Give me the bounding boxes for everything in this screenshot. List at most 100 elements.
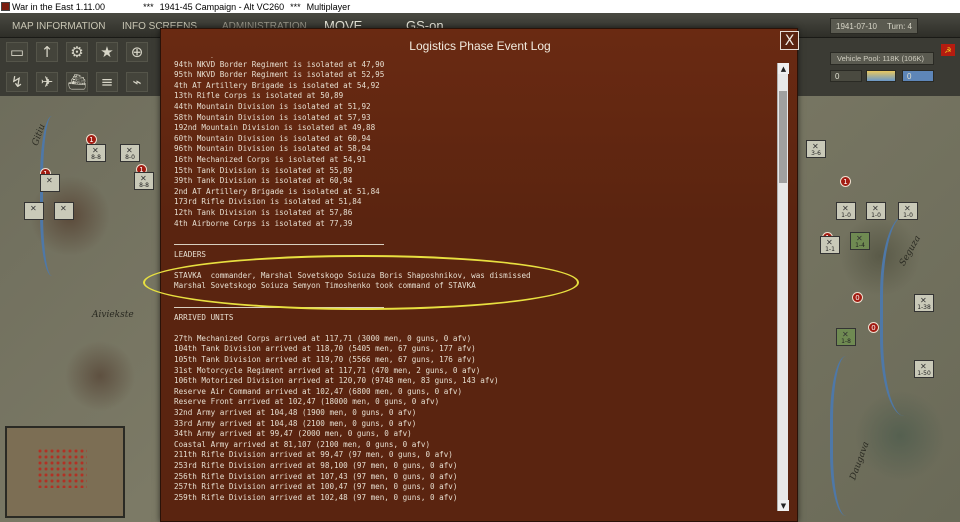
campaign-name: 1941-45 Campaign - Alt VC260 (159, 1, 285, 12)
unit-counter[interactable]: 1-50 (914, 360, 934, 378)
status-value-left: 0 (830, 70, 862, 82)
hq-marker-icon[interactable]: 0 (852, 292, 863, 303)
log-entry: 32nd Army arrived at 104,48 (1900 men, 0… (174, 408, 417, 417)
section-header-arrived-units: ARRIVED UNITS (174, 312, 234, 322)
title-separator: *** (290, 1, 301, 12)
ship-icon[interactable]: ⛴ (66, 72, 88, 92)
signal-icon[interactable]: ⌁ (126, 72, 148, 92)
log-entry: 13th Rifle Corps is isolated at 50,89 (174, 91, 344, 101)
scroll-up-icon[interactable]: ▲ (778, 63, 789, 74)
units-arrows-icon[interactable]: ↑ (36, 42, 58, 62)
log-entry: 4th Airborne Corps is isolated at 77,39 (174, 218, 353, 228)
log-entry: 27th Mechanized Corps arrived at 117,71 … (174, 333, 472, 343)
weather-indicator (866, 70, 896, 82)
unit-counter[interactable]: 8-8 (134, 172, 154, 190)
unit-counter[interactable]: 1-8 (836, 328, 856, 346)
log-entry: 106th Motorized Division arrived at 120,… (174, 376, 499, 386)
turn-info: 1941-07-10 Turn: 4 (830, 18, 918, 34)
river (830, 356, 870, 516)
unit-counter[interactable]: 8-0 (120, 144, 140, 162)
section-header-leaders: LEADERS (174, 249, 207, 259)
scroll-down-icon[interactable]: ▼ (778, 500, 789, 511)
rail-icon[interactable]: ≡ (96, 72, 118, 92)
log-entry: 15th Tank Division is isolated at 55,89 (174, 165, 353, 175)
section-divider (174, 243, 384, 245)
unit-counter[interactable]: 3-6 (806, 140, 826, 158)
unit-counter[interactable]: 1-0 (898, 202, 918, 220)
log-entry: 95th NKVD Border Regiment is isolated at… (174, 70, 385, 80)
log-entry: 96th Mountain Division is isolated at 58… (174, 144, 371, 154)
log-entry: 253rd Rifle Division arrived at 98,100 (… (174, 460, 458, 470)
unit-counter[interactable]: 8-8 (86, 144, 106, 162)
log-entry: Marshal Sovetskogo Soiuza Semyon Timoshe… (174, 281, 476, 291)
log-entry: 104th Tank Division arrived at 118,70 (5… (174, 344, 476, 354)
window-title-bar: War in the East 1.11.00 *** 1941-45 Camp… (0, 0, 960, 13)
turn-number: Turn: 4 (886, 21, 912, 31)
log-entry: 192nd Mountain Division is isolated at 4… (174, 123, 376, 133)
vehicle-pool: Vehicle Pool: 118K (106K) (830, 52, 934, 65)
gear-icon[interactable]: ⚙ (66, 42, 88, 62)
log-entry: 259th Rifle Division arrived at 102,48 (… (174, 492, 458, 502)
event-log-dialog: Logistics Phase Event Log X 83rd Army is… (160, 28, 799, 522)
star-icon[interactable]: ★ (96, 42, 118, 62)
unit-counter[interactable]: 1-4 (850, 232, 870, 250)
log-entry: 256th Rifle Division arrived at 107,43 (… (174, 471, 458, 481)
map-label: Aiviekste (92, 310, 134, 320)
unit-counter[interactable]: 1-0 (866, 202, 886, 220)
minimap[interactable] (5, 426, 125, 518)
unit-counter[interactable] (24, 202, 44, 220)
log-entry: 58th Mountain Division is isolated at 57… (174, 112, 371, 122)
log-entry: 211th Rifle Division arrived at 99,47 (9… (174, 450, 453, 460)
log-entry: 44th Mountain Division is isolated at 51… (174, 101, 371, 111)
log-scrollbar[interactable]: ▲ ▼ (777, 63, 789, 511)
scroll-thumb[interactable] (779, 91, 787, 183)
hq-marker-icon[interactable]: 1 (840, 176, 851, 187)
river (40, 116, 70, 276)
path-icon[interactable]: ↯ (6, 72, 28, 92)
log-entry: 31st Motorcycle Regiment arrived at 117,… (174, 365, 481, 375)
log-entry: 12th Tank Division is isolated at 57,86 (174, 207, 353, 217)
unit-counter[interactable]: 1-1 (820, 236, 840, 254)
unit-counter[interactable]: 1-38 (914, 294, 934, 312)
log-entry: 60th Mountain Division is isolated at 60… (174, 133, 371, 143)
status-value-right: 0 (902, 70, 934, 82)
event-log-list[interactable]: 83rd Army is isolated at 54,9194th NKVD … (174, 57, 774, 522)
log-entry: 2nd AT Artillery Brigade is isolated at … (174, 186, 380, 196)
log-entry: Coastal Army arrived at 81,107 (2100 men… (174, 439, 431, 449)
unit-counter[interactable]: 1-0 (836, 202, 856, 220)
unit-counter[interactable] (54, 202, 74, 220)
soviet-flag-icon: ☭ (941, 44, 955, 56)
log-entry: 105th Tank Division arrived at 119,70 (5… (174, 355, 476, 365)
log-entry: 33rd Army arrived at 104,48 (2100 men, 0… (174, 418, 417, 428)
log-entry: STAVKA commander, Marshal Sovetskogo Soi… (174, 270, 531, 280)
app-icon (1, 2, 10, 11)
target-icon[interactable]: ⊕ (126, 42, 148, 62)
aircraft-icon[interactable]: ✈ (36, 72, 58, 92)
dialog-title: Logistics Phase Event Log (409, 39, 551, 53)
title-separator: *** (143, 1, 154, 12)
app-title: War in the East 1.11.00 (12, 1, 106, 12)
status-panel (798, 38, 960, 96)
log-entry: 16th Mechanized Corps is isolated at 54,… (174, 154, 367, 164)
log-entry: 173rd Rifle Division is isolated at 51,8… (174, 197, 362, 207)
log-entry: 39th Tank Division is isolated at 60,94 (174, 176, 353, 186)
isolated-units-section: 83rd Army is isolated at 54,9194th NKVD … (174, 57, 774, 229)
log-entry: 4th AT Artillery Brigade is isolated at … (174, 80, 380, 90)
hq-marker-icon[interactable]: 0 (868, 322, 879, 333)
game-mode: Multiplayer (306, 1, 351, 12)
game-date: 1941-07-10 (836, 21, 877, 31)
section-divider (174, 306, 384, 308)
toggle-counters-icon[interactable]: ▭ (6, 42, 28, 62)
unit-counter[interactable] (40, 174, 60, 192)
close-button[interactable]: X (780, 31, 799, 50)
minimap-unit-dots (37, 448, 87, 488)
tab-map-information[interactable]: MAP INFORMATION (4, 17, 114, 35)
log-entry: 94th NKVD Border Regiment is isolated at… (174, 59, 385, 69)
map-toolbar: ▭ ↑ ⚙ ★ ⊕ ↯ ✈ ⛴ ≡ ⌁ (0, 38, 160, 96)
arrived-units-section: 27th Mechanized Corps arrived at 117,71 … (174, 334, 774, 504)
log-entry: 257th Rifle Division arrived at 100,47 (… (174, 482, 458, 492)
